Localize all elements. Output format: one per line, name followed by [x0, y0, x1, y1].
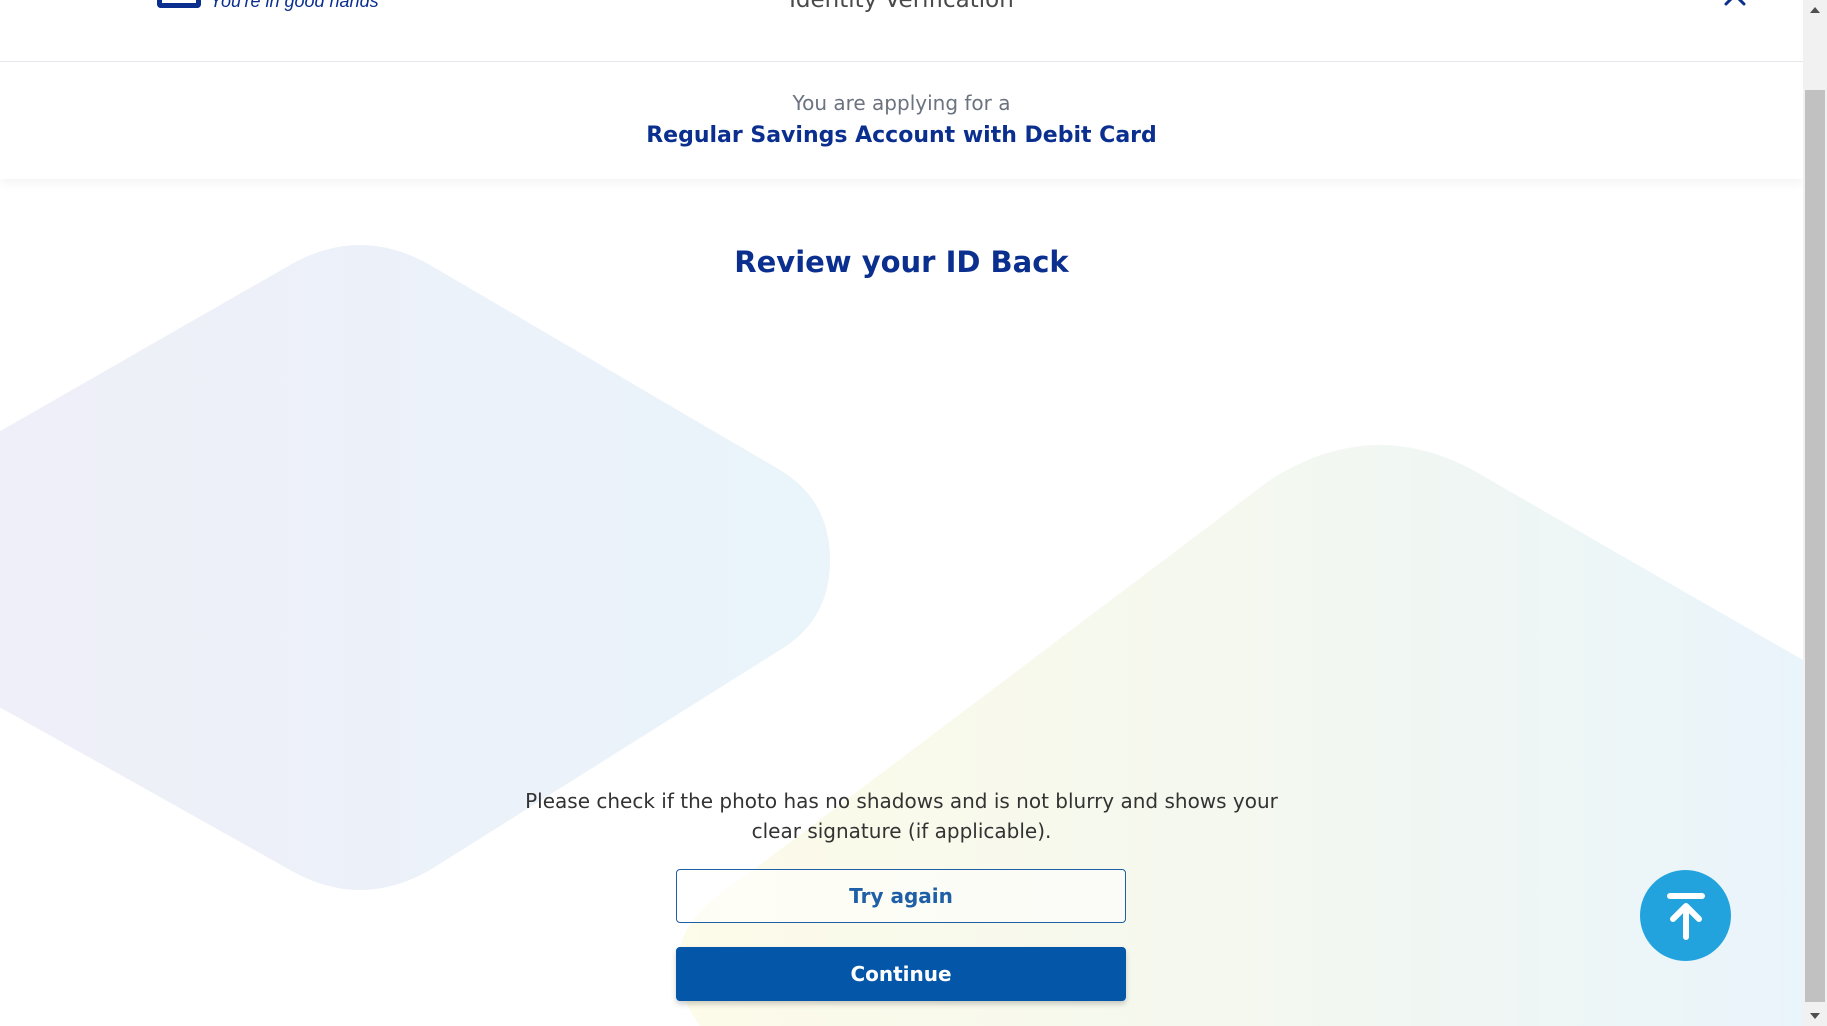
scrollbar-thumb[interactable]: [1805, 90, 1825, 1002]
application-banner: You are applying for a Regular Savings A…: [0, 63, 1803, 179]
scroll-down-arrow-icon[interactable]: [1803, 1006, 1827, 1026]
try-again-button[interactable]: Try again: [676, 869, 1126, 923]
scroll-up-arrow-icon[interactable]: [1803, 0, 1827, 20]
top-header: You're in good hands Identity Verificati…: [0, 0, 1803, 62]
arrow-up-to-top-icon: [1666, 892, 1705, 940]
product-name: Regular Savings Account with Debit Card: [646, 123, 1157, 148]
scroll-to-top-button[interactable]: [1640, 870, 1731, 961]
instructions-text: Please check if the photo has no shadows…: [525, 789, 1278, 843]
header-title: Identity Verification: [789, 0, 1014, 13]
page-title: Review your ID Back: [734, 245, 1069, 279]
page-viewport: You're in good hands Identity Verificati…: [0, 0, 1803, 1026]
applying-for-label: You are applying for a: [792, 91, 1011, 115]
vertical-scrollbar[interactable]: [1803, 0, 1827, 1026]
continue-button[interactable]: Continue: [676, 947, 1126, 1001]
close-icon[interactable]: [1724, 0, 1746, 8]
